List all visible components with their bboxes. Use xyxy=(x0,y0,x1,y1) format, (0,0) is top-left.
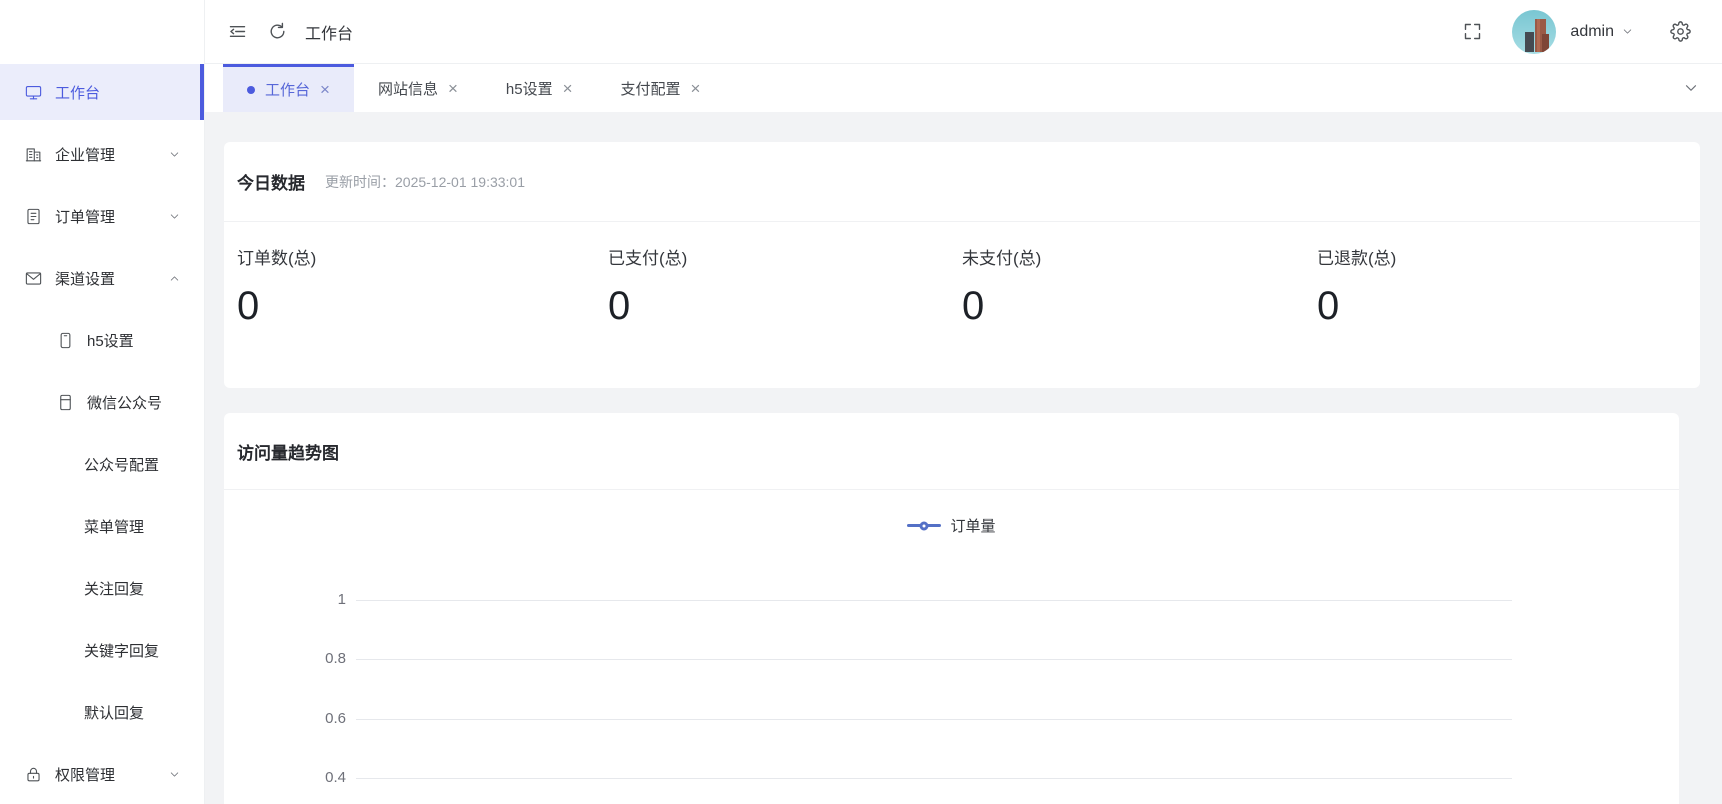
stat-unpaid: 未支付(总) 0 xyxy=(962,244,1317,328)
sidebar-item-official-config[interactable]: 公众号配置 xyxy=(0,436,204,492)
sidebar-item-label: 菜单管理 xyxy=(84,516,144,537)
sidebar-item-label: 企业管理 xyxy=(55,144,115,165)
sidebar-item-keyword-reply[interactable]: 关键字回复 xyxy=(0,622,204,678)
sidebar-item-workbench[interactable]: 工作台 xyxy=(0,64,204,120)
tab-h5-settings[interactable]: h5设置 × xyxy=(482,64,597,112)
legend-label: 订单量 xyxy=(950,515,995,536)
active-tab-dot xyxy=(247,86,255,94)
legend-line-marker-icon xyxy=(907,524,941,527)
chevron-down-icon xyxy=(168,768,181,781)
avatar[interactable] xyxy=(1512,10,1556,54)
stat-value: 0 xyxy=(962,284,1317,328)
stat-value: 0 xyxy=(237,284,608,328)
tab-payment-config[interactable]: 支付配置 × xyxy=(597,64,725,112)
stat-value: 0 xyxy=(1317,284,1700,328)
sidebar-item-label: 订单管理 xyxy=(55,206,115,227)
update-time-label: 更新时间： xyxy=(325,174,395,190)
gridline xyxy=(356,659,1512,660)
gridline xyxy=(356,719,1512,720)
sidebar-item-default-reply[interactable]: 默认回复 xyxy=(0,684,204,740)
main-column: 工作台 admin xyxy=(205,0,1722,804)
envelope-icon xyxy=(24,269,43,288)
card-title: 今日数据 xyxy=(237,169,305,194)
tab-label: 网站信息 xyxy=(378,78,438,99)
building-icon xyxy=(24,145,43,164)
chevron-down-icon xyxy=(168,148,181,161)
close-icon[interactable]: × xyxy=(691,80,701,97)
fullscreen-icon[interactable] xyxy=(1452,12,1492,52)
sidebar-item-label: 公众号配置 xyxy=(84,454,159,475)
y-axis-tick: 0.6 xyxy=(301,710,346,728)
y-axis-tick: 0.8 xyxy=(301,650,346,668)
trend-card-header: 访问量趋势图 xyxy=(224,413,1679,490)
breadcrumb: 工作台 xyxy=(305,20,353,44)
tab-site-info[interactable]: 网站信息 × xyxy=(354,64,482,112)
tab-more-chevron[interactable] xyxy=(1682,64,1700,112)
gridline xyxy=(356,600,1512,601)
today-card-header: 今日数据 更新时间：2025-12-01 19:33:01 xyxy=(224,142,1700,222)
update-time: 更新时间：2025-12-01 19:33:01 xyxy=(325,172,525,192)
trend-chart-card: 访问量趋势图 订单量 1 0.8 0.6 0.4 xyxy=(224,413,1679,804)
app-root: 工作台 企业管理 订单管理 渠道设置 xyxy=(0,0,1722,804)
chevron-down-icon xyxy=(168,210,181,223)
refresh-icon[interactable] xyxy=(257,12,297,52)
tab-label: 支付配置 xyxy=(621,78,681,99)
user-name-label: admin xyxy=(1570,23,1614,41)
gear-icon[interactable] xyxy=(1660,12,1700,52)
menu-fold-icon[interactable] xyxy=(217,12,257,52)
sidebar-item-follow-reply[interactable]: 关注回复 xyxy=(0,560,204,616)
top-bar: 工作台 admin xyxy=(205,0,1722,64)
document-icon xyxy=(24,207,43,226)
stats-row: 订单数(总) 0 已支付(总) 0 未支付(总) 0 已退款(总) 0 xyxy=(224,222,1700,328)
chart-legend[interactable]: 订单量 xyxy=(224,515,1679,536)
close-icon[interactable]: × xyxy=(448,80,458,97)
sidebar-item-label: 工作台 xyxy=(55,82,100,103)
content-area: 今日数据 更新时间：2025-12-01 19:33:01 订单数(总) 0 已… xyxy=(205,112,1722,804)
y-axis-tick: 1 xyxy=(301,591,346,609)
sidebar-item-wechat-official[interactable]: 微信公众号 xyxy=(0,374,204,430)
stat-label: 已退款(总) xyxy=(1317,244,1700,269)
sidebar-item-permissions[interactable]: 权限管理 xyxy=(0,746,204,802)
monitor-icon xyxy=(24,83,43,102)
card-title: 访问量趋势图 xyxy=(237,439,339,464)
sidebar: 工作台 企业管理 订单管理 渠道设置 xyxy=(0,0,205,804)
sidebar-item-label: h5设置 xyxy=(87,330,134,351)
lock-icon xyxy=(24,765,43,784)
sidebar-item-orders[interactable]: 订单管理 xyxy=(0,188,204,244)
gridline xyxy=(356,778,1512,779)
sidebar-item-h5-settings[interactable]: h5设置 xyxy=(0,312,204,368)
stat-label: 订单数(总) xyxy=(237,244,608,269)
sidebar-item-label: 权限管理 xyxy=(55,764,115,785)
tab-label: h5设置 xyxy=(506,78,553,99)
stat-label: 已支付(总) xyxy=(608,244,962,269)
y-axis-tick: 0.4 xyxy=(301,769,346,787)
caret-down-icon xyxy=(1621,25,1634,38)
sidebar-item-channels[interactable]: 渠道设置 xyxy=(0,250,204,306)
sidebar-item-enterprise[interactable]: 企业管理 xyxy=(0,126,204,182)
tab-bar: 工作台 × 网站信息 × h5设置 × 支付配置 × xyxy=(205,64,1722,112)
legend-circle-marker-icon xyxy=(920,521,929,530)
stat-label: 未支付(总) xyxy=(962,244,1317,269)
sidebar-item-label: 关注回复 xyxy=(84,578,144,599)
stat-refunded: 已退款(总) 0 xyxy=(1317,244,1700,328)
close-icon[interactable]: × xyxy=(320,81,330,98)
chevron-down-icon xyxy=(1682,79,1700,97)
today-data-card: 今日数据 更新时间：2025-12-01 19:33:01 订单数(总) 0 已… xyxy=(224,142,1700,388)
stat-value: 0 xyxy=(608,284,962,328)
close-icon[interactable]: × xyxy=(563,80,573,97)
sidebar-item-menu-management[interactable]: 菜单管理 xyxy=(0,498,204,554)
tab-label: 工作台 xyxy=(265,79,310,100)
stat-paid: 已支付(总) 0 xyxy=(608,244,962,328)
update-time-value: 2025-12-01 19:33:01 xyxy=(395,174,525,190)
sidebar-item-label: 关键字回复 xyxy=(84,640,159,661)
user-menu[interactable]: admin xyxy=(1570,23,1634,41)
stat-total-orders: 订单数(总) 0 xyxy=(237,244,608,328)
chevron-up-icon xyxy=(168,272,181,285)
sidebar-item-label: 渠道设置 xyxy=(55,268,115,289)
sidebar-item-label: 默认回复 xyxy=(84,702,144,723)
tab-workbench[interactable]: 工作台 × xyxy=(223,64,354,112)
phone-icon xyxy=(56,331,75,350)
sidebar-item-label: 微信公众号 xyxy=(87,392,162,413)
notebook-icon xyxy=(56,393,75,412)
